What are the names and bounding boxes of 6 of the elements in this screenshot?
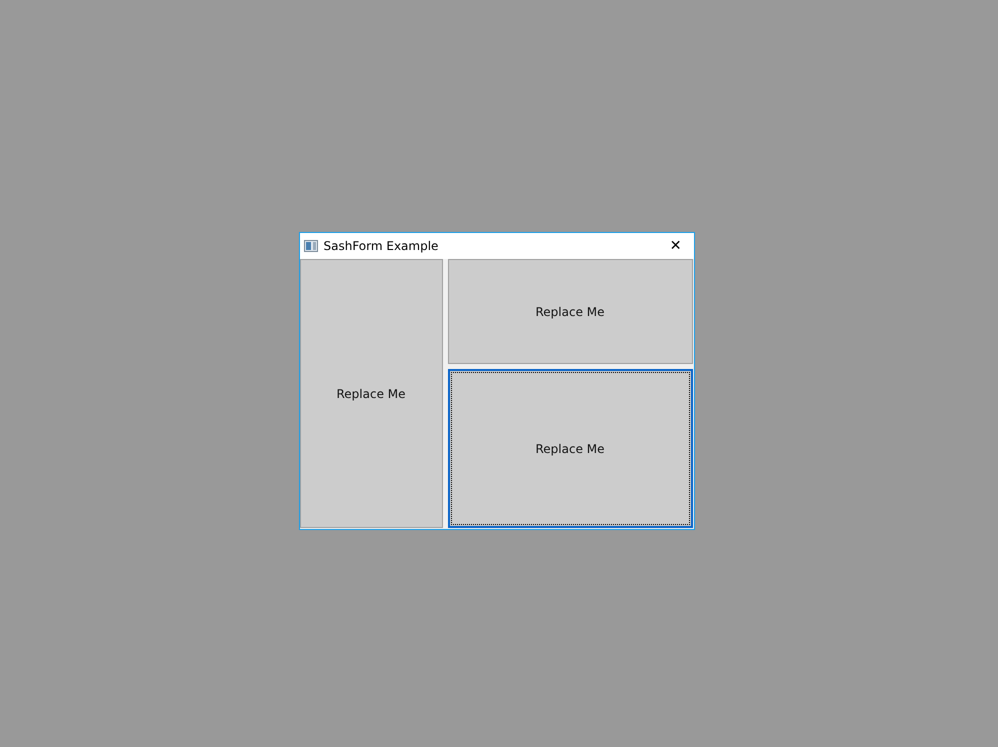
pane-button[interactable]: Replace Me	[300, 259, 442, 528]
window-title: SashForm Example	[324, 239, 440, 253]
pane-button[interactable]: Replace Me	[448, 369, 692, 528]
window-icon	[304, 240, 318, 252]
close-button[interactable]: ✕	[662, 234, 690, 258]
pane-button[interactable]: Replace Me	[448, 259, 692, 364]
